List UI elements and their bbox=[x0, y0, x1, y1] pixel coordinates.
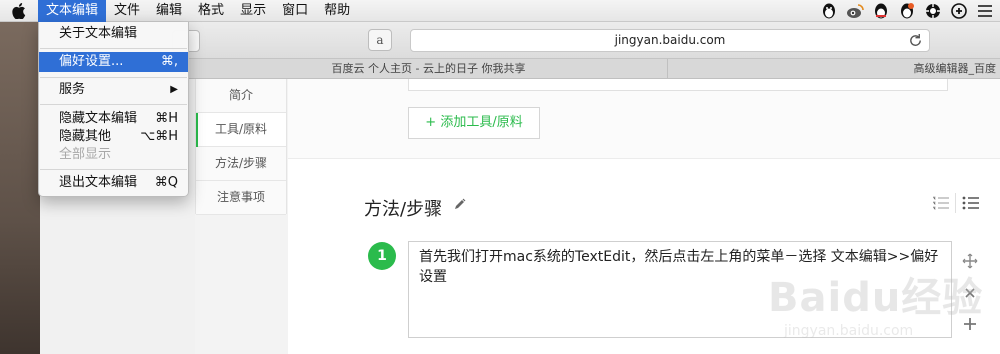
menu-window[interactable]: 窗口 bbox=[274, 0, 316, 22]
menu-separator bbox=[40, 77, 187, 78]
menu-format[interactable]: 格式 bbox=[190, 0, 232, 22]
nav-item-notes[interactable]: 注意事项 bbox=[196, 181, 286, 215]
watermark-url: jingyan.baidu.com bbox=[784, 323, 914, 339]
editor-area: + 添加工具/原料 方法/步骤 1 首先我们打开mac系统的TextEdit，然… bbox=[288, 79, 1000, 354]
menu-textedit[interactable]: 文本编辑 bbox=[38, 0, 107, 22]
step-number-badge: 1 bbox=[368, 242, 396, 270]
tab-advanced-editor[interactable]: 高级编辑器_百度 bbox=[668, 59, 1000, 79]
nav-item-steps[interactable]: 方法/步骤 bbox=[196, 147, 286, 181]
menu-item-hide-others[interactable]: 隐藏其他 ⌥⌘H bbox=[39, 127, 188, 147]
menu-separator bbox=[40, 48, 187, 49]
address-bar[interactable]: jingyan.baidu.com bbox=[410, 29, 930, 52]
amazon-icon[interactable]: a bbox=[368, 29, 392, 51]
game-controller-icon[interactable] bbox=[950, 2, 968, 20]
weibo-icon[interactable] bbox=[846, 2, 864, 20]
menu-item-label: 服务 bbox=[59, 82, 86, 97]
menu-edit[interactable]: 编辑 bbox=[148, 0, 190, 22]
menu-item-label: 退出文本编辑 bbox=[59, 175, 138, 190]
menu-separator bbox=[40, 104, 187, 105]
desktop-wallpaper bbox=[0, 22, 40, 354]
menu-item-services[interactable]: 服务 ▶ bbox=[39, 80, 188, 100]
pencil-icon[interactable] bbox=[453, 197, 467, 211]
menu-item-about[interactable]: 关于文本编辑 bbox=[39, 24, 188, 44]
submenu-arrow-icon: ▶ bbox=[170, 84, 178, 95]
address-text: jingyan.baidu.com bbox=[614, 33, 726, 47]
menu-item-label: 全部显示 bbox=[59, 147, 112, 162]
menu-item-label: 偏好设置... bbox=[59, 54, 124, 69]
menu-item-hide[interactable]: 隐藏文本编辑 ⌘H bbox=[39, 109, 188, 129]
baidu-watermark: Baidu经验 jingyan.baidu.com bbox=[768, 265, 988, 345]
menu-item-quit[interactable]: 退出文本编辑 ⌘Q bbox=[39, 173, 188, 193]
menu-view[interactable]: 显示 bbox=[232, 0, 274, 22]
menu-item-shortcut: ⌥⌘H bbox=[140, 129, 178, 144]
qq-penguin-icon[interactable] bbox=[820, 2, 838, 20]
tools-section: + 添加工具/原料 bbox=[288, 79, 1000, 159]
reload-icon[interactable] bbox=[908, 33, 923, 48]
menu-file[interactable]: 文件 bbox=[106, 0, 148, 22]
qq-penguin-icon[interactable] bbox=[898, 2, 916, 20]
add-tool-button[interactable]: + 添加工具/原料 bbox=[408, 107, 540, 139]
tab-baiduyun[interactable]: 百度云 个人主页 - 云上的日子 你我共享 bbox=[190, 59, 668, 79]
watermark-brand: Baidu经验 bbox=[768, 275, 984, 321]
unordered-list-icon[interactable] bbox=[962, 195, 980, 211]
nav-item-intro[interactable]: 简介 bbox=[196, 79, 286, 113]
status-tray bbox=[820, 0, 994, 22]
menu-item-label: 隐藏其他 bbox=[59, 129, 112, 144]
menu-separator bbox=[40, 169, 187, 170]
ordered-list-icon[interactable] bbox=[932, 195, 950, 211]
section-nav: 简介 工具/原料 方法/步骤 注意事项 bbox=[195, 79, 287, 215]
toolbar-divider bbox=[955, 193, 956, 213]
menu-item-shortcut: ⌘H bbox=[155, 111, 178, 126]
qq-penguin-icon[interactable] bbox=[872, 2, 890, 20]
nav-item-tools[interactable]: 工具/原料 bbox=[196, 113, 286, 147]
apple-icon[interactable] bbox=[0, 0, 38, 22]
menu-item-shortcut: ⌘Q bbox=[154, 175, 178, 190]
menu-item-label: 关于文本编辑 bbox=[59, 26, 138, 41]
tool-input-box[interactable] bbox=[408, 79, 948, 91]
list-icon[interactable] bbox=[976, 2, 994, 20]
menu-item-shortcut: ⌘, bbox=[160, 54, 178, 69]
menu-item-preferences[interactable]: 偏好设置... ⌘, bbox=[39, 52, 188, 72]
section-title: 方法/步骤 bbox=[364, 199, 443, 220]
menu-item-show-all: 全部显示 bbox=[39, 145, 188, 165]
textedit-app-menu: 关于文本编辑 偏好设置... ⌘, 服务 ▶ 隐藏文本编辑 ⌘H 隐藏其他 ⌥⌘… bbox=[38, 22, 189, 197]
gear-icon[interactable] bbox=[924, 2, 942, 20]
menu-help[interactable]: 帮助 bbox=[316, 0, 358, 22]
menubar: 文本编辑 文件 编辑 格式 显示 窗口 帮助 bbox=[0, 0, 1000, 22]
menu-item-label: 隐藏文本编辑 bbox=[59, 111, 138, 126]
